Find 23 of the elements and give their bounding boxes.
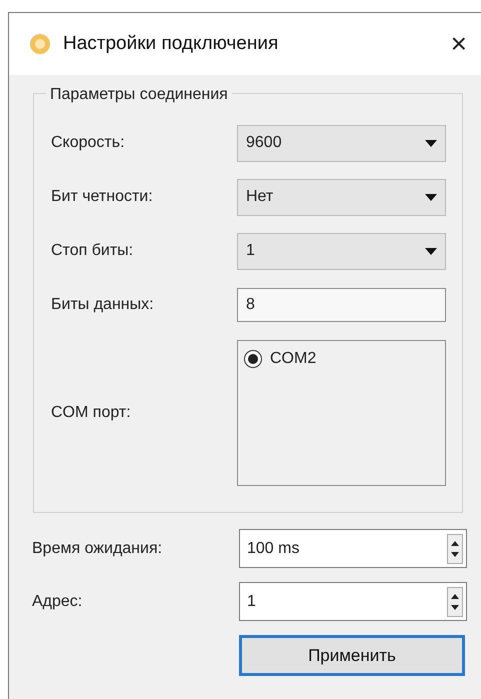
radio-option[interactable]: COM2 <box>244 347 439 371</box>
spin-box[interactable]: 100 ms <box>239 529 467 568</box>
field-label: Адрес: <box>32 592 84 612</box>
sun-icon <box>29 33 51 55</box>
field-label: COM порт: <box>51 403 132 423</box>
dropdown[interactable]: 1 <box>237 232 446 270</box>
field-label: Скорость: <box>51 133 126 153</box>
apply-button[interactable]: Применить <box>239 635 465 676</box>
dropdown-arrow-icon <box>425 248 437 254</box>
window-title: Настройки подключения <box>63 32 280 56</box>
spin-box[interactable]: 1 <box>239 582 467 621</box>
field-label: Стоп биты: <box>51 241 134 261</box>
dropdown[interactable]: 9600 <box>237 124 446 162</box>
field-label: Время ожидания: <box>32 538 164 558</box>
dropdown-arrow-icon <box>425 140 437 146</box>
spin-arrows-icon <box>447 534 463 564</box>
spin-arrows-icon <box>447 586 463 616</box>
text-field[interactable]: 8 <box>237 288 446 322</box>
close-button[interactable]: × <box>450 30 467 58</box>
dropdown-arrow-icon <box>425 194 437 200</box>
field-label: Бит четности: <box>51 187 154 207</box>
field-label: Биты данных: <box>51 295 155 315</box>
dropdown[interactable]: Нет <box>237 178 446 216</box>
